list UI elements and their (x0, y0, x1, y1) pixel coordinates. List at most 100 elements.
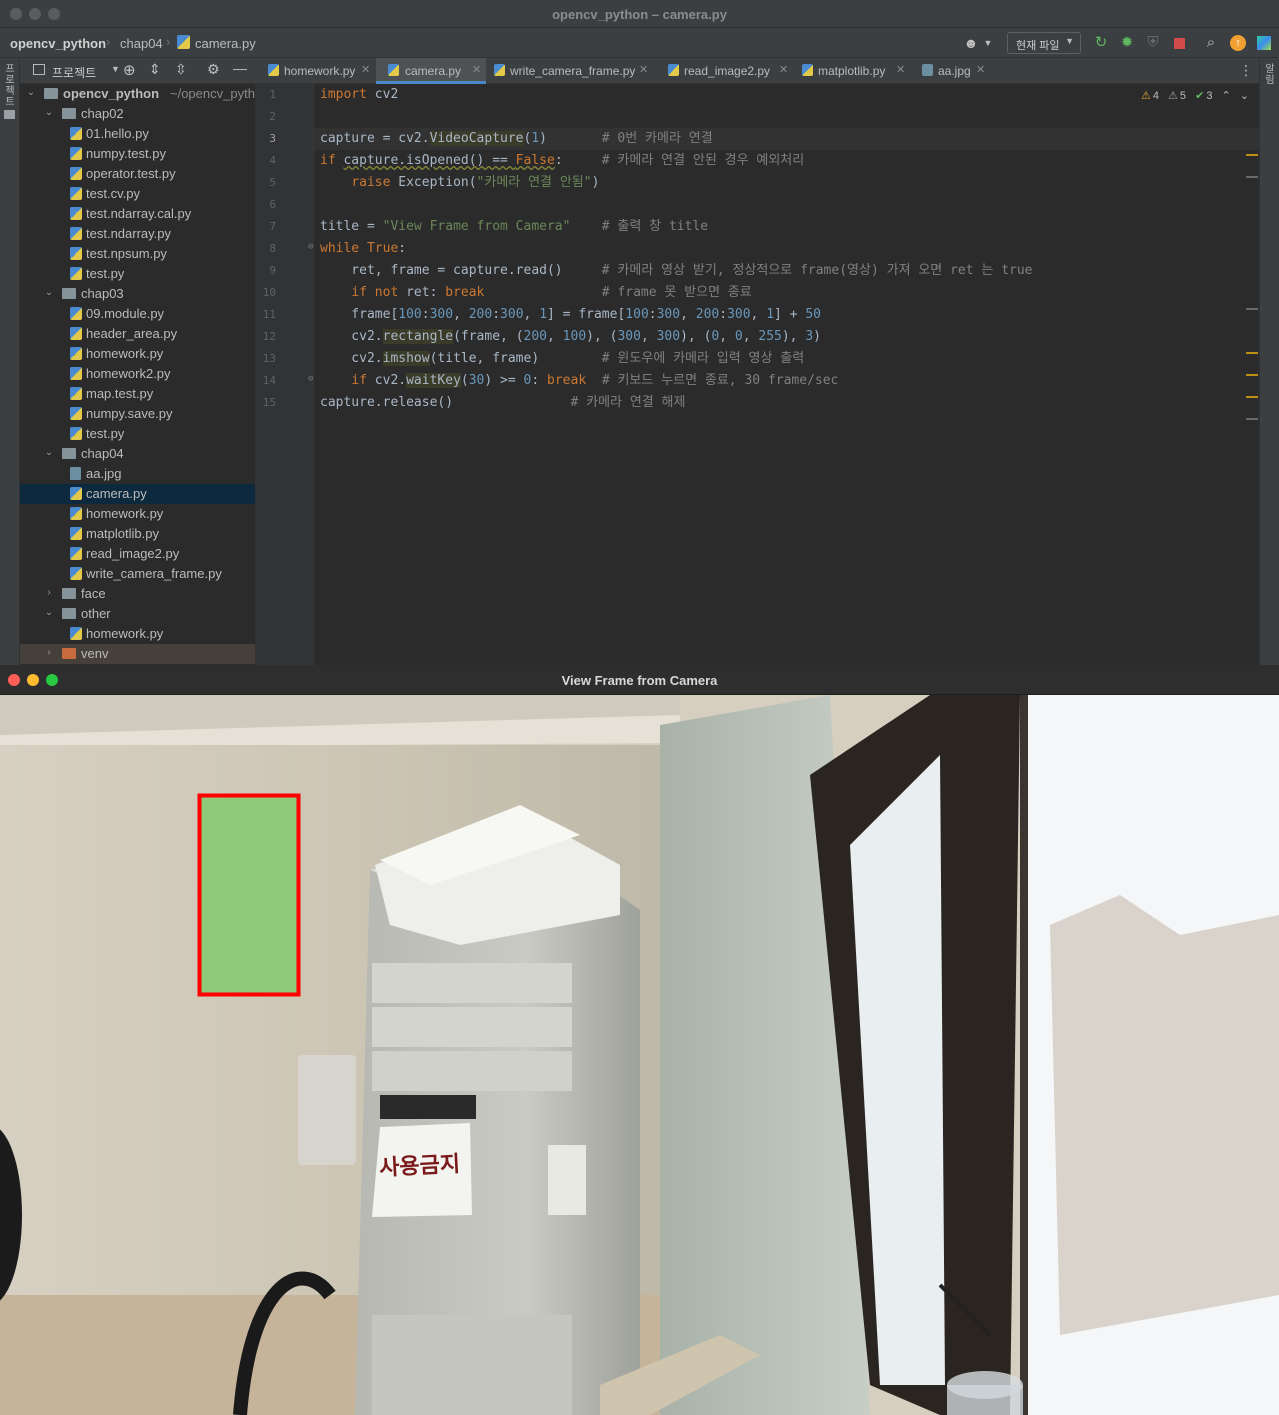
warning-stripe[interactable] (1246, 352, 1258, 354)
line-number: 4 (269, 154, 276, 167)
tab-camera-py[interactable]: camera.py ✕ (376, 58, 486, 84)
chevron-down-icon[interactable]: ⌄ (44, 607, 54, 618)
chevron-down-icon[interactable]: ⌄ (44, 107, 54, 118)
weak-warning-icon: ⚠ (1168, 90, 1178, 102)
breadcrumb-folder[interactable]: chap04 (120, 36, 163, 51)
tree-item[interactable]: test.ndarray.cal.py (20, 204, 255, 224)
rerun-icon[interactable]: ↻ (1092, 34, 1110, 52)
tab-aa-jpg[interactable]: aa.jpg ✕ (914, 58, 994, 84)
tree-item[interactable]: header_area.py (20, 324, 255, 344)
tree-item[interactable]: camera.py (20, 484, 255, 504)
camera-window-title: View Frame from Camera (561, 673, 718, 688)
python-file-icon (388, 64, 399, 76)
gear-icon[interactable]: ⚙ (207, 61, 220, 78)
tree-item[interactable]: homework.py (20, 504, 255, 524)
jetbrains-logo-icon[interactable] (1255, 34, 1273, 52)
weak-warning-stripe[interactable] (1246, 308, 1258, 310)
fold-icon[interactable]: ⊖ (308, 242, 313, 252)
close-icon[interactable]: ✕ (639, 63, 648, 76)
line-number: 1 (269, 88, 276, 101)
chevron-right-icon[interactable]: › (44, 647, 54, 658)
tree-item[interactable]: numpy.save.py (20, 404, 255, 424)
code-line-10: if not ret: break # frame 못 받으면 종료 (351, 285, 752, 300)
tree-item[interactable]: test.py (20, 424, 255, 444)
close-icon[interactable]: ✕ (361, 63, 370, 76)
weak-warning-stripe[interactable] (1246, 418, 1258, 420)
code-line-15: capture.release() # 카메라 연결 해제 (320, 395, 686, 410)
tree-item[interactable]: homework.py (20, 344, 255, 364)
tab-homework-py[interactable]: homework.py ✕ (256, 58, 374, 84)
tree-item[interactable]: ⌄ chap03 (20, 284, 255, 304)
tab-matplotlib-py[interactable]: matplotlib.py ✕ (796, 58, 912, 84)
expand-all-icon[interactable]: ⇕ (149, 61, 161, 78)
tree-item-label: test.cv.py (86, 186, 140, 201)
chevron-down-icon[interactable]: ⌄ (44, 447, 54, 458)
more-tabs-icon[interactable]: ⋮ (1239, 62, 1253, 79)
hide-panel-icon[interactable]: — (233, 60, 247, 76)
inspection-widget[interactable]: ⚠ 4 ⚠ 5 ✔ 3 ⌃ ⌄ (1135, 89, 1249, 102)
tree-item[interactable]: ⌄ other (20, 604, 255, 624)
tree-item[interactable]: test.cv.py (20, 184, 255, 204)
tree-item[interactable]: › venv (20, 644, 255, 664)
tree-item[interactable]: ⌄ chap02 (20, 104, 255, 124)
project-tool-window-button[interactable]: 프로젝트 (3, 64, 17, 108)
run-configuration-select[interactable]: 현재 파일 ▼ (1007, 32, 1081, 54)
tree-item[interactable]: 01.hello.py (20, 124, 255, 144)
right-tool-strip: 알림 (1259, 58, 1279, 665)
tree-item[interactable]: write_camera_frame.py (20, 564, 255, 584)
close-icon[interactable]: ✕ (472, 63, 481, 76)
search-icon[interactable]: ⌕ (1202, 34, 1220, 52)
tree-item[interactable]: test.py (20, 264, 255, 284)
chevron-down-icon[interactable]: ⌄ (1240, 90, 1249, 102)
user-icon[interactable]: ☻ (962, 34, 980, 52)
notifications-button[interactable]: 알림 (1263, 64, 1277, 86)
collapse-all-icon[interactable]: ⇳ (175, 61, 187, 78)
tree-item[interactable]: ⌄ opencv_python ~/opencv_pyth (20, 84, 255, 104)
chevron-up-icon[interactable]: ⌃ (1222, 90, 1231, 102)
editor-tabs: homework.py ✕ camera.py ✕ write_camera_f… (256, 58, 1259, 84)
tree-item-label: numpy.test.py (86, 146, 166, 161)
close-icon[interactable]: ✕ (779, 63, 788, 76)
tree-item[interactable]: 09.module.py (20, 304, 255, 324)
locate-file-icon[interactable]: ⊕ (123, 61, 136, 79)
tree-item[interactable]: test.npsum.py (20, 244, 255, 264)
tree-item[interactable]: map.test.py (20, 384, 255, 404)
update-icon[interactable]: ↑ (1229, 34, 1247, 52)
tree-item[interactable]: operator.test.py (20, 164, 255, 184)
tab-read-image2-py[interactable]: read_image2.py ✕ (658, 58, 794, 84)
coverage-icon[interactable]: ⛨ (1144, 34, 1162, 52)
chevron-down-icon[interactable]: ▼ (979, 34, 997, 52)
stop-icon[interactable] (1170, 34, 1188, 52)
tab-write-camera-frame-py[interactable]: write_camera_frame.py ✕ (488, 58, 656, 84)
python-file-icon (802, 64, 813, 76)
weak-warning-stripe[interactable] (1246, 176, 1258, 178)
warning-stripe[interactable] (1246, 374, 1258, 376)
close-icon[interactable]: ✕ (896, 63, 905, 76)
folder-icon (62, 588, 76, 599)
warning-stripe[interactable] (1246, 154, 1258, 156)
tree-item[interactable]: aa.jpg (20, 464, 255, 484)
tree-item[interactable]: ⌄ chap04 (20, 444, 255, 464)
folder-icon[interactable] (4, 110, 15, 119)
tree-item[interactable]: test.ndarray.py (20, 224, 255, 244)
chevron-down-icon[interactable]: ⌄ (44, 287, 54, 298)
tree-item[interactable]: matplotlib.py (20, 524, 255, 544)
chevron-down-icon[interactable]: ▼ (111, 64, 120, 74)
debug-icon[interactable]: ✹ (1118, 34, 1136, 52)
fold-icon[interactable]: ⊖ (308, 374, 313, 384)
breadcrumb-project[interactable]: opencv_python (10, 36, 106, 51)
chevron-right-icon[interactable]: › (44, 587, 54, 598)
tree-item[interactable]: homework2.py (20, 364, 255, 384)
code-editor[interactable]: ⚠ 4 ⚠ 5 ✔ 3 ⌃ ⌄ import cv2 capture = cv2.Vi… (314, 84, 1259, 665)
chevron-down-icon[interactable]: ⌄ (26, 87, 36, 98)
breadcrumb-file[interactable]: camera.py (195, 36, 256, 51)
tree-item[interactable]: › face (20, 584, 255, 604)
close-icon[interactable]: ✕ (976, 63, 985, 76)
tab-label: matplotlib.py (818, 64, 886, 78)
sign-text: 사용금지 (379, 1152, 461, 1181)
tree-item[interactable]: homework.py (20, 624, 255, 644)
tree-item[interactable]: numpy.test.py (20, 144, 255, 164)
project-panel-title[interactable]: 프로젝트 (52, 64, 96, 81)
warning-stripe[interactable] (1246, 396, 1258, 398)
tree-item[interactable]: read_image2.py (20, 544, 255, 564)
